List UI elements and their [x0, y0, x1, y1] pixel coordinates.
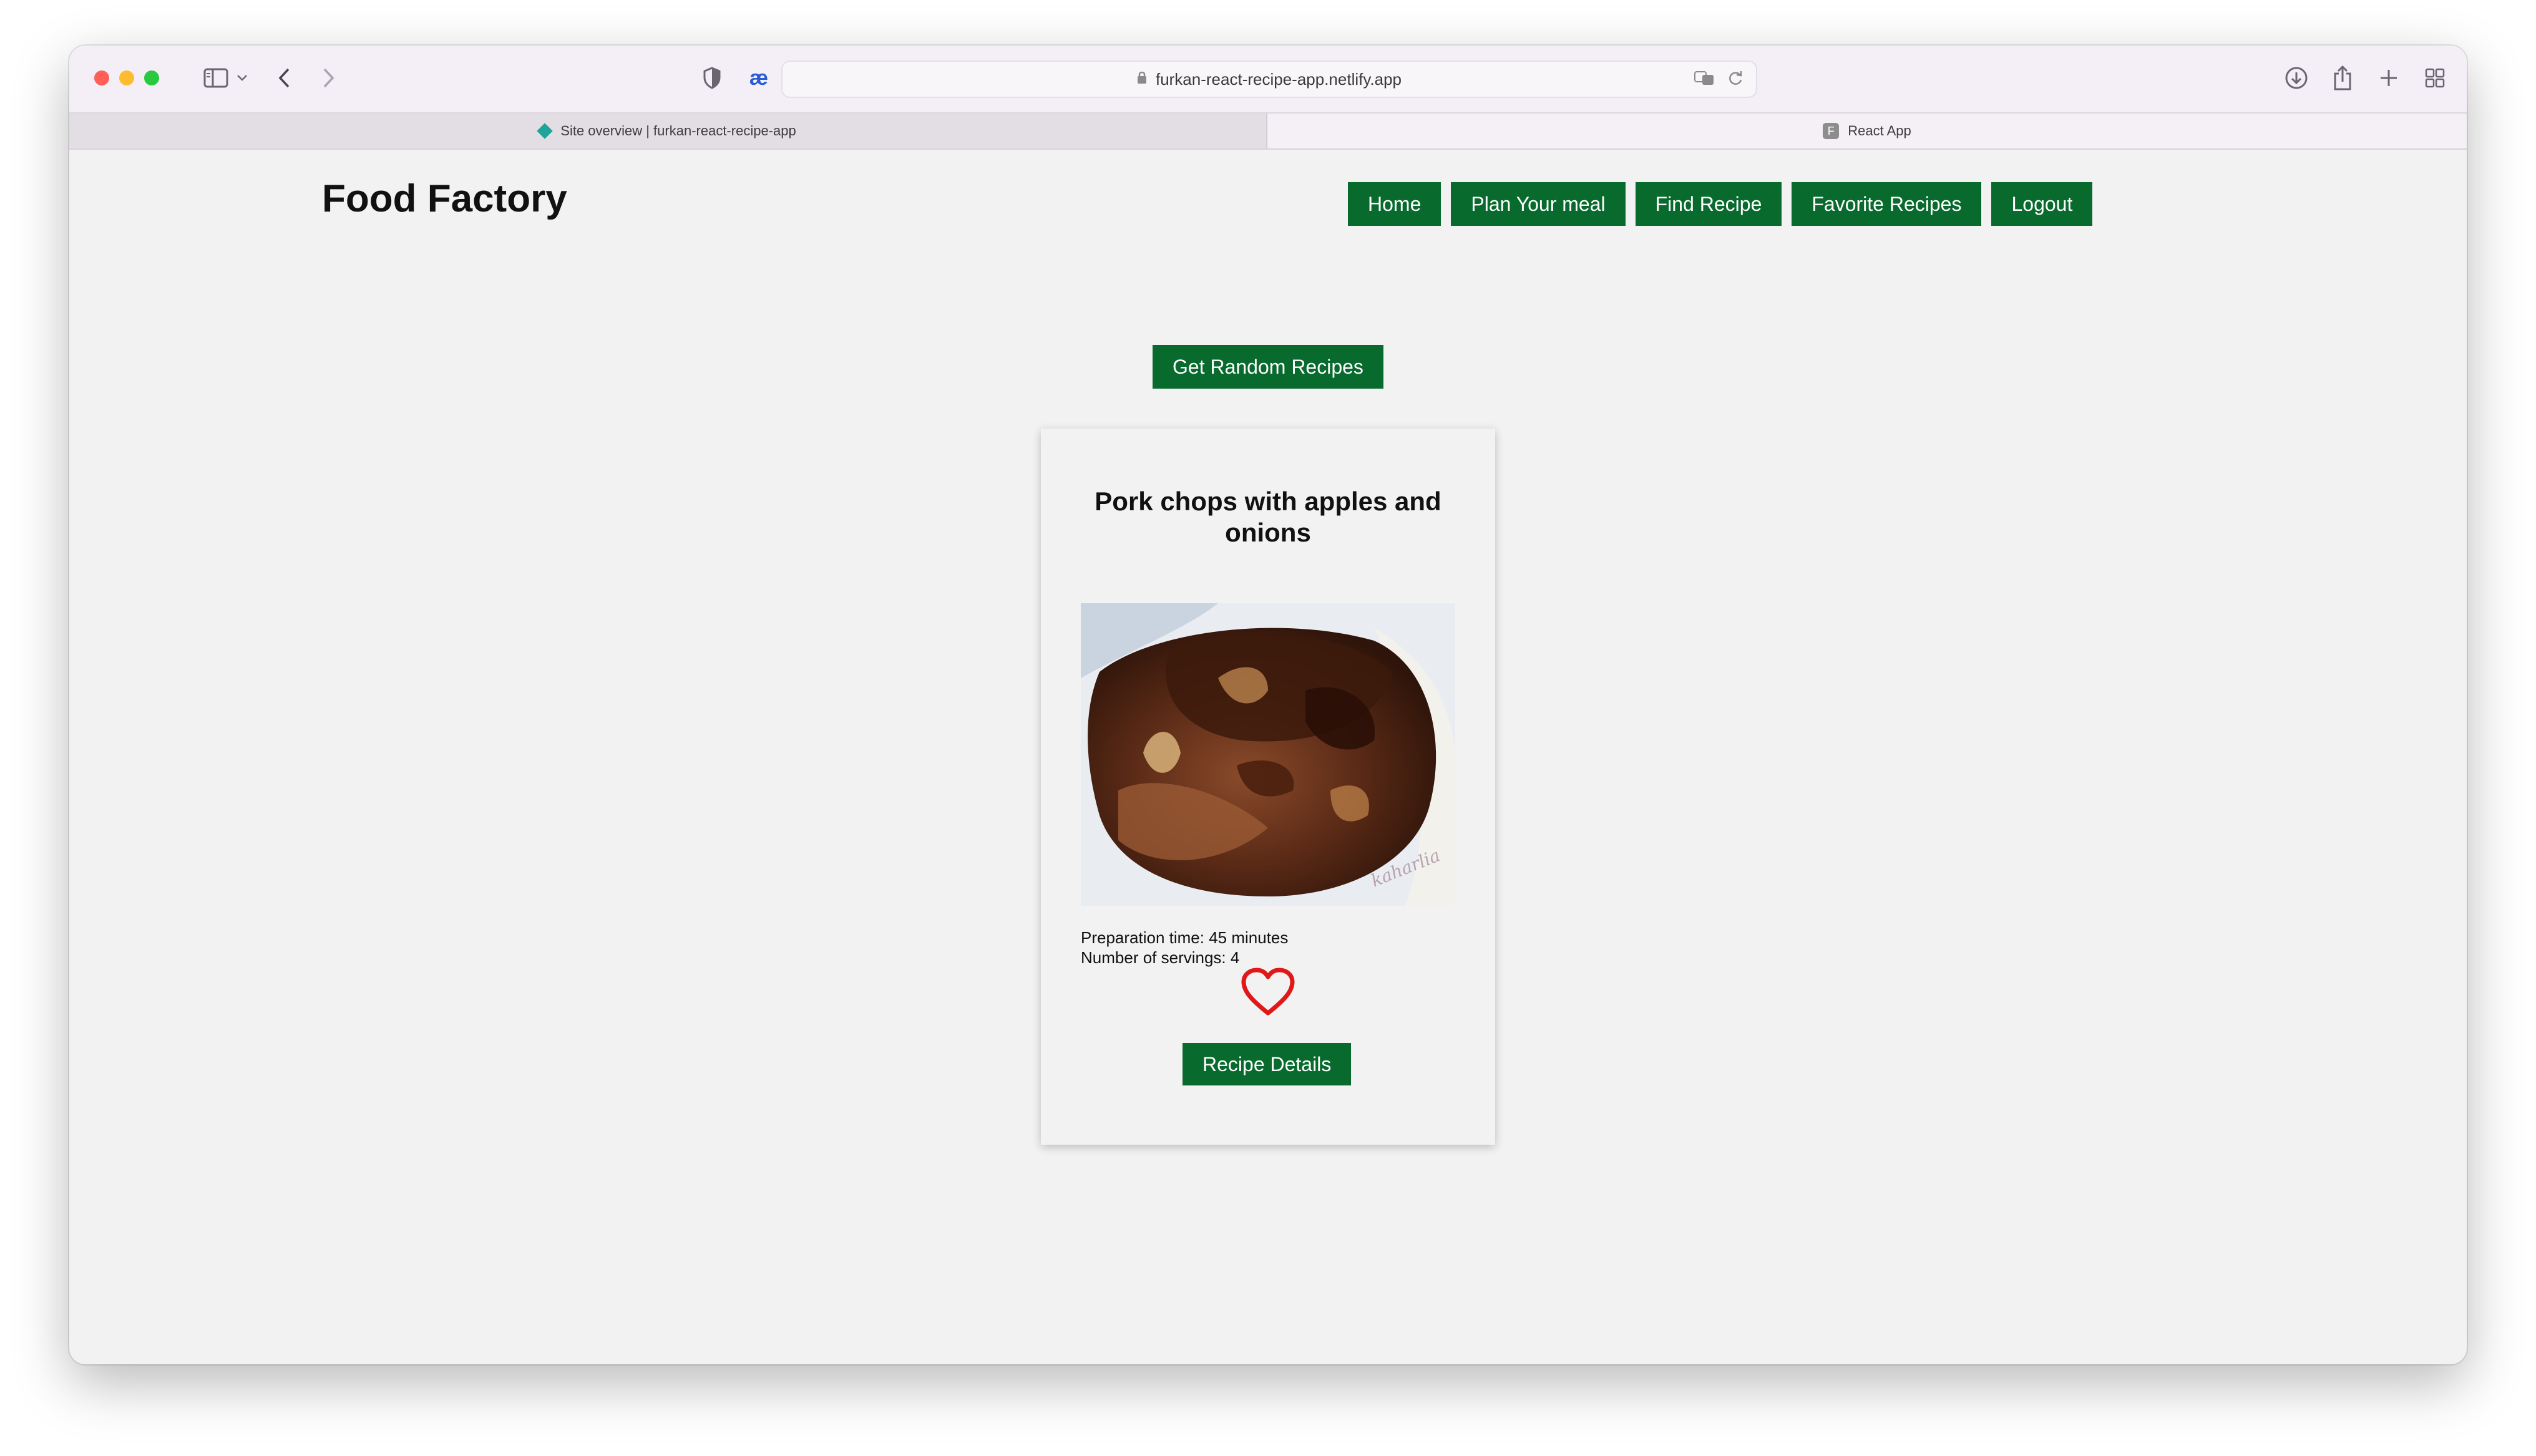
recipe-title: Pork chops with apples and onions [1095, 487, 1441, 547]
nav-favorite-recipes-button[interactable]: Favorite Recipes [1792, 182, 1982, 226]
nav-plan-meal-button[interactable]: Plan Your meal [1451, 182, 1626, 226]
get-random-recipes-button[interactable]: Get Random Recipes [1153, 345, 1383, 389]
chevron-down-icon[interactable] [233, 64, 251, 92]
recipe-card: Pork chops with apples and onions kaharl… [1041, 429, 1495, 1145]
heart-outline-icon[interactable] [1240, 967, 1296, 1017]
extension-icon[interactable]: æ [740, 64, 778, 92]
back-icon[interactable] [269, 64, 300, 92]
shield-icon[interactable] [696, 64, 728, 92]
tab-bar: Site overview | furkan-react-recipe-app … [69, 114, 2467, 150]
reload-icon[interactable] [1727, 69, 1744, 91]
translate-icon[interactable] [1694, 69, 1716, 91]
address-bar[interactable]: furkan-react-recipe-app.netlify.app [781, 61, 1757, 98]
tab-overview-icon[interactable] [2416, 64, 2454, 92]
recipe-photo: kaharlia [1081, 603, 1455, 906]
close-window-button[interactable] [94, 70, 109, 85]
tab-label: Site overview | furkan-react-recipe-app [560, 123, 796, 138]
downloads-icon[interactable] [2278, 64, 2315, 92]
nav-home-button[interactable]: Home [1348, 182, 1441, 226]
recipe-details-button[interactable]: Recipe Details [1183, 1043, 1352, 1085]
nav-find-recipe-button[interactable]: Find Recipe [1635, 182, 1782, 226]
site-logo[interactable]: Food Factory [322, 177, 567, 221]
number-of-servings: Number of servings: 4 [1081, 948, 1240, 967]
minimize-window-button[interactable] [119, 70, 134, 85]
new-tab-icon[interactable] [2370, 64, 2407, 92]
preparation-time: Preparation time: 45 minutes [1081, 928, 1289, 947]
main-navigation: Home Plan Your meal Find Recipe Favorite… [1348, 182, 2093, 226]
tab-react-app[interactable]: F React App [1267, 114, 2467, 148]
zoom-window-button[interactable] [144, 70, 159, 85]
url-text: furkan-react-recipe-app.netlify.app [1155, 69, 1402, 89]
lock-icon [1137, 70, 1147, 88]
web-page: Food Factory Home Plan Your meal Find Re… [69, 150, 2467, 1364]
recipe-info: Preparation time: 45 minutes Number of s… [1081, 928, 1288, 968]
share-icon[interactable] [2324, 64, 2361, 92]
netlify-favicon-icon [537, 123, 554, 139]
tab-label: React App [1848, 123, 1911, 138]
nav-logout-button[interactable]: Logout [1991, 182, 2093, 226]
tab-site-overview[interactable]: Site overview | furkan-react-recipe-app [69, 114, 1267, 148]
letter-favicon-icon: F [1823, 123, 1840, 139]
browser-toolbar: æ furkan-react-recipe-app.netlify.app [69, 46, 2467, 114]
forward-icon[interactable] [313, 64, 344, 92]
browser-window: æ furkan-react-recipe-app.netlify.app Si… [69, 46, 2467, 1364]
